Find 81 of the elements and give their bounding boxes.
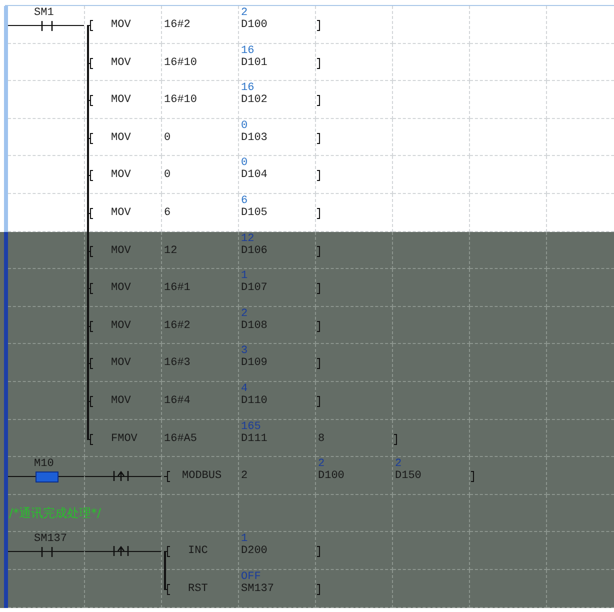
operand: 16#10 (164, 94, 198, 106)
operand: D200 (241, 545, 268, 558)
operand: D100 (318, 470, 344, 482)
operand: 0 (164, 169, 171, 182)
operand: D101 (241, 56, 268, 69)
open-bracket-icon (167, 471, 170, 482)
close-bracket-icon (317, 58, 320, 69)
instruction-name: MOV (111, 132, 131, 144)
operand-value: 1 (241, 270, 249, 282)
contact-label: M10 (34, 458, 54, 470)
close-bracket-icon (317, 170, 320, 182)
close-bracket-icon (317, 283, 320, 294)
operand: D106 (241, 244, 268, 257)
instruction-name: MOV (111, 357, 131, 370)
instruction-name: RST (188, 582, 208, 595)
operand: D109 (241, 357, 268, 370)
operand: 16#2 (164, 19, 190, 31)
operand: 2 (241, 470, 248, 482)
operand: 12 (164, 244, 178, 257)
instruction-name: FMOV (111, 432, 138, 445)
close-bracket-icon (317, 584, 320, 595)
close-bracket-icon (317, 20, 320, 31)
operand: D107 (241, 282, 268, 294)
instruction-name: MOV (111, 94, 131, 106)
operand: D103 (241, 132, 268, 144)
operand-value: 1 (241, 533, 249, 546)
operand: 16#3 (164, 357, 190, 370)
operand-value: 4 (241, 382, 249, 395)
operand: 6 (164, 206, 171, 219)
instruction-name: INC (188, 545, 208, 558)
operand-value: 2 (395, 458, 403, 470)
instruction-name: MOV (111, 56, 131, 69)
close-bracket-icon (317, 396, 320, 407)
close-bracket-icon (317, 246, 320, 257)
close-bracket-icon (317, 358, 320, 370)
close-bracket-icon (317, 95, 320, 106)
close-bracket-icon (394, 434, 397, 445)
instruction-name: MOV (111, 19, 131, 31)
instruction-name: MOV (111, 206, 131, 219)
operand-value: 0 (241, 120, 249, 132)
operand: 8 (318, 432, 325, 445)
close-bracket-icon (317, 208, 320, 219)
operand-value: 6 (241, 194, 249, 207)
operand: 0 (164, 132, 171, 144)
operand: SM137 (241, 582, 274, 595)
operand-value: 3 (241, 345, 249, 358)
operand: D150 (395, 470, 422, 482)
close-bracket-icon (471, 471, 474, 482)
contact-label: SM137 (34, 533, 68, 546)
operand-value: OFF (241, 570, 262, 583)
operand-value: 0 (241, 157, 249, 170)
close-bracket-icon (317, 132, 320, 144)
operand: 16#1 (164, 282, 190, 294)
instruction-name: MOV (111, 282, 131, 294)
rung-comment: /*通讯完成处理*/ (9, 504, 102, 522)
operand: 16#10 (164, 56, 198, 69)
operand: D108 (241, 320, 268, 332)
operand: 16#A5 (164, 432, 198, 445)
close-bracket-icon (317, 546, 320, 558)
instruction-name: MOV (111, 244, 131, 257)
operand-value: 12 (241, 232, 256, 245)
operand: D104 (241, 169, 268, 182)
operand-value: 2 (241, 308, 249, 320)
instruction-name: MODBUS (182, 470, 222, 482)
contact-label: SM1 (34, 7, 54, 19)
operand: D105 (241, 206, 268, 219)
operand-value: 16 (241, 44, 256, 57)
instruction-name: MOV (111, 169, 131, 182)
operand: 16#2 (164, 320, 190, 332)
operand-value: 16 (241, 82, 256, 94)
operand-value: 2 (318, 458, 326, 470)
operand: D111 (241, 432, 268, 445)
close-bracket-icon (317, 320, 320, 332)
operand: D110 (241, 394, 268, 407)
operand: 16#4 (164, 394, 190, 407)
operand: D100 (241, 19, 268, 31)
operand: D102 (241, 94, 268, 106)
instruction-name: MOV (111, 394, 131, 407)
operand-value: 2 (241, 7, 249, 19)
instruction-name: MOV (111, 320, 131, 332)
operand-value: 165 (241, 420, 262, 433)
